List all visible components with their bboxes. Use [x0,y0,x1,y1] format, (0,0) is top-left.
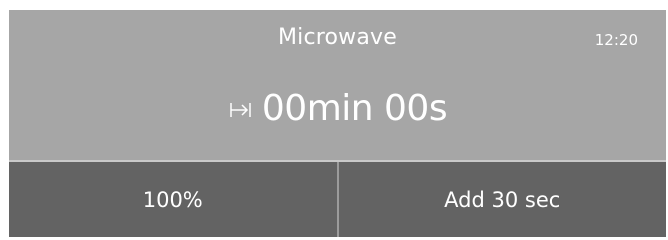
clock: 12:20 [594,31,638,49]
timer-value: 00min 00s [261,87,448,129]
mode-title: Microwave [277,25,398,50]
add-30-sec-button[interactable]: Add 30 sec [338,162,666,237]
timer-display[interactable]: 00min 00s [9,83,666,133]
timer-end-icon [228,99,258,121]
status-header: Microwave 12:20 00min 00s [9,10,666,160]
power-level-button[interactable]: 100% [9,162,337,237]
footer-controls: 100% Add 30 sec [9,162,666,237]
add-30-sec-label: Add 30 sec [444,187,561,212]
power-level-label: 100% [142,187,203,212]
microwave-screen: Microwave 12:20 00min 00s 100% Add 30 se… [9,10,666,237]
